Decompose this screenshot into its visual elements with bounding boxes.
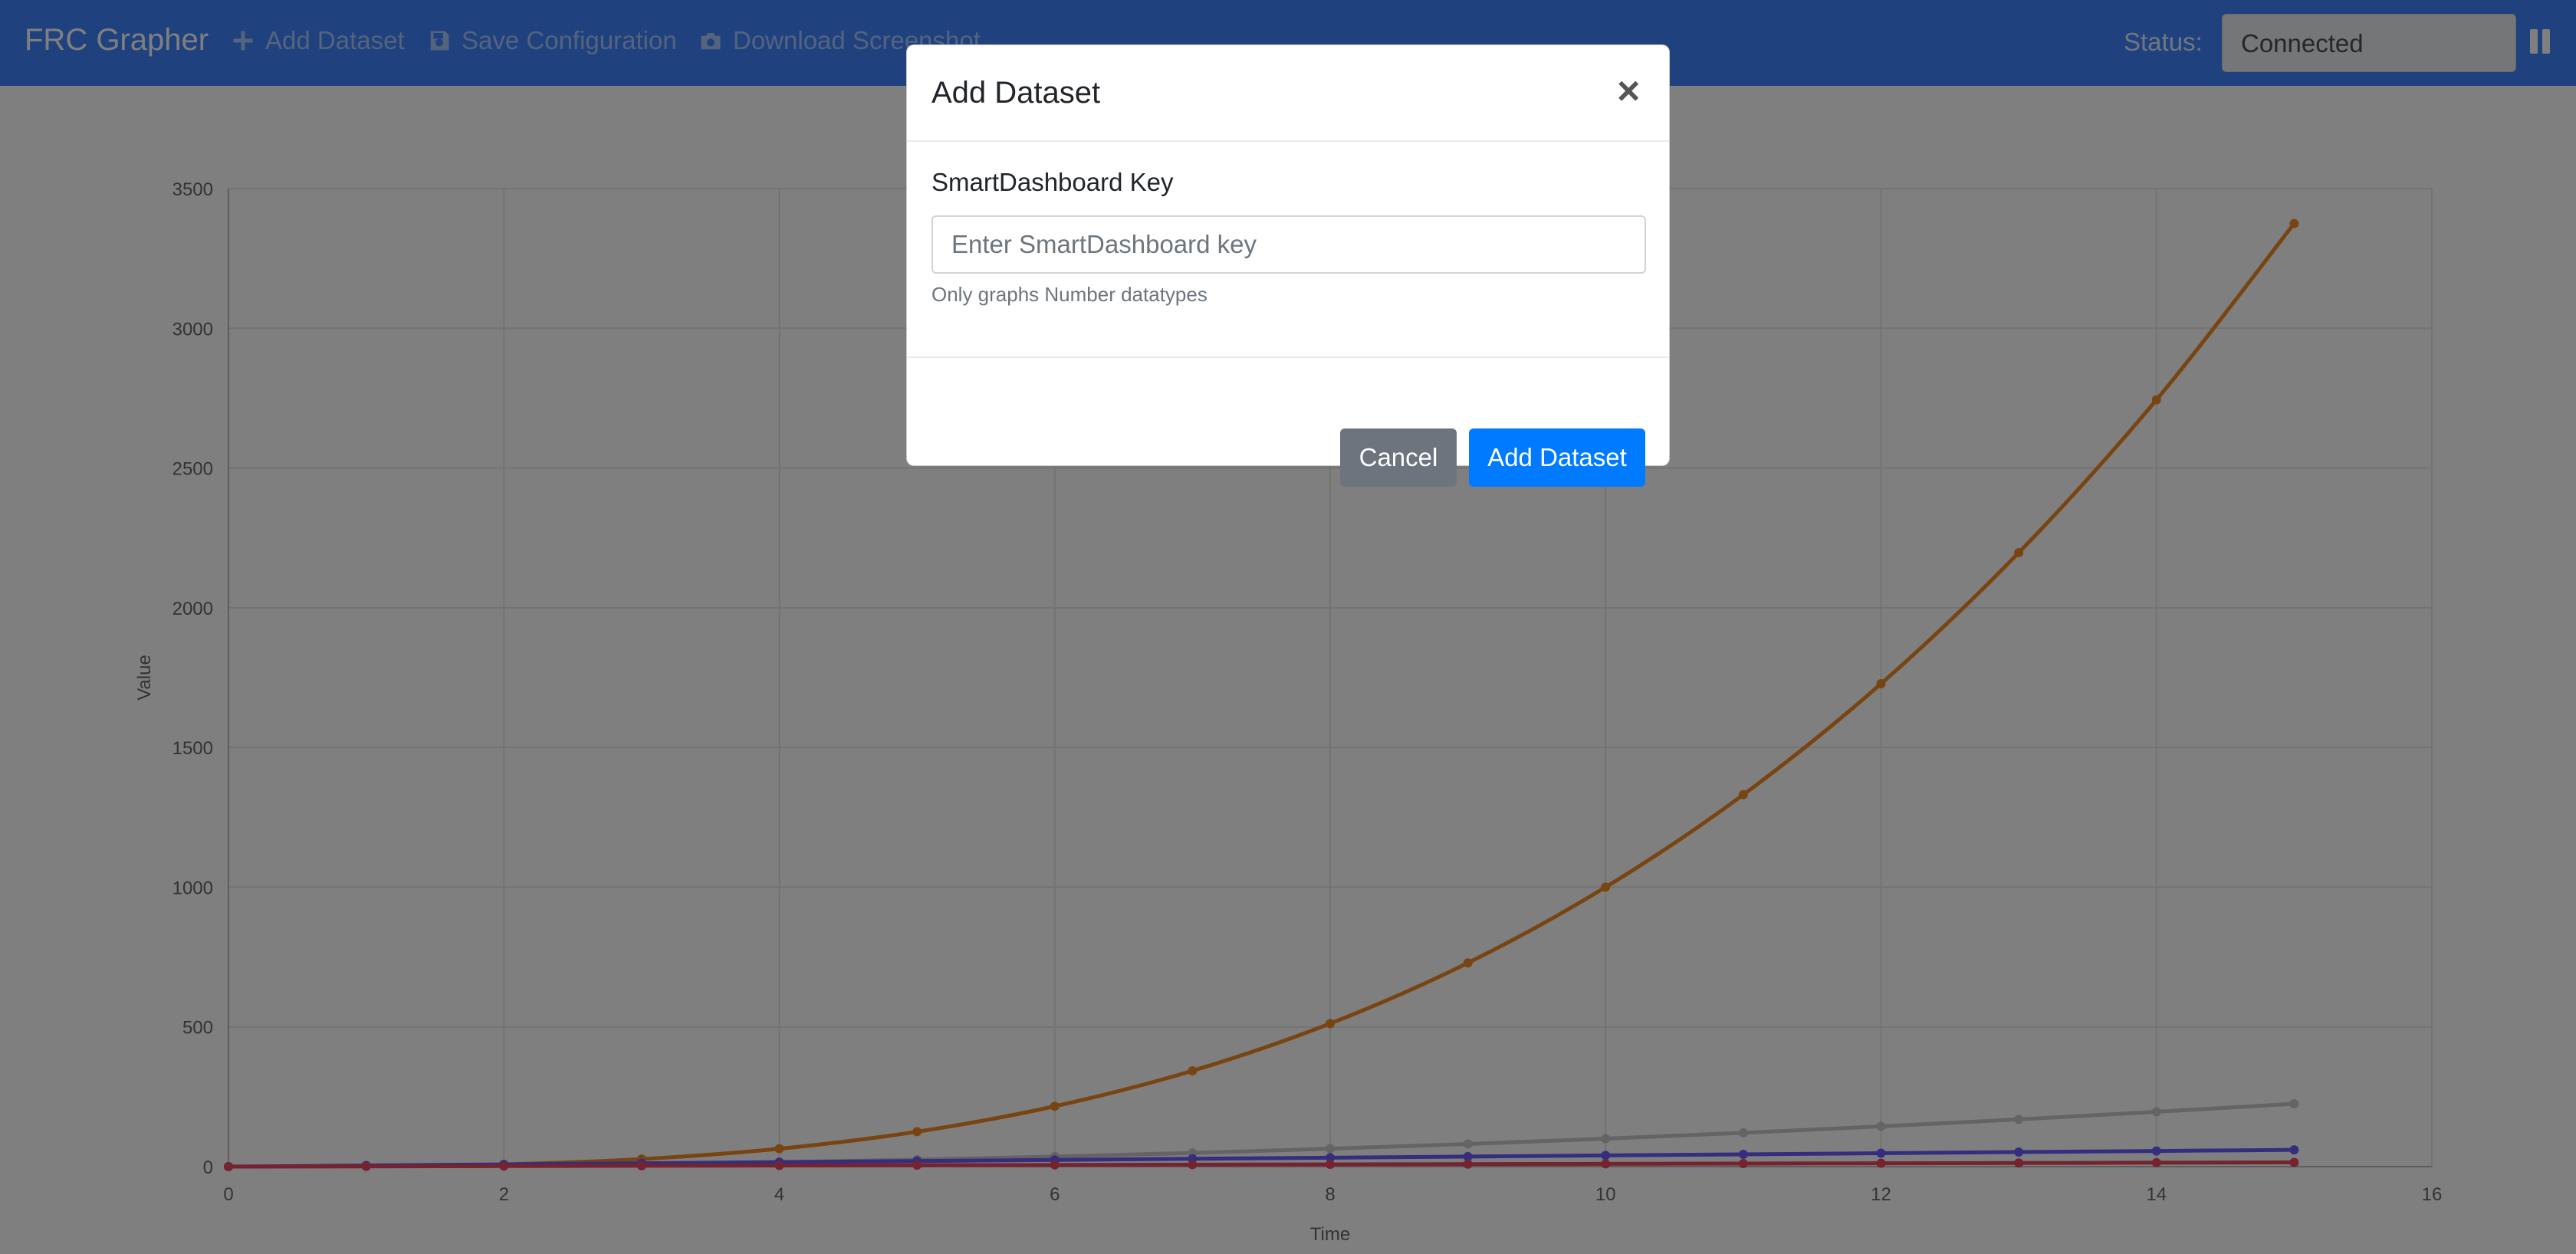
modal-header: Add Dataset ×	[907, 45, 1669, 142]
cancel-button[interactable]: Cancel	[1340, 428, 1457, 487]
modal-title: Add Dataset	[932, 76, 1101, 110]
close-icon[interactable]: ×	[1617, 71, 1640, 111]
add-dataset-modal: Add Dataset × SmartDashboard Key Only gr…	[906, 44, 1670, 487]
add-dataset-button[interactable]: Add Dataset	[1469, 428, 1645, 487]
smartdashboard-key-input[interactable]	[932, 215, 1646, 274]
smartdashboard-key-label: SmartDashboard Key	[932, 168, 1174, 196]
help-text: Only graphs Number datatypes	[932, 283, 1208, 306]
